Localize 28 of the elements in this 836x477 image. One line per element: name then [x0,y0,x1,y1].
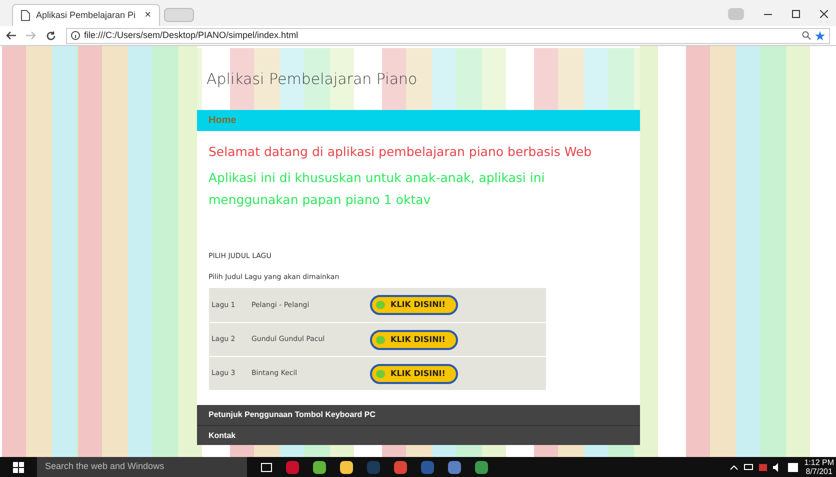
browser-tab[interactable]: Aplikasi Pembelajaran Pi × [12,4,160,26]
reload-icon[interactable] [46,30,56,40]
tray-caret-icon[interactable] [730,464,738,470]
tab-close-button[interactable]: × [144,7,151,24]
intro-text: Aplikasi ini di khususkan untuk anak-anak, aplikasi ini menggunakan papan piano 1 oktav [208,169,546,209]
play-button[interactable]: KLIK DISINI! [370,295,458,315]
footer-link[interactable]: Kontak [208,430,236,442]
close-icon[interactable] [820,10,828,18]
zoom-icon[interactable] [802,31,811,40]
task-view-icon[interactable] [261,462,272,472]
url-text: file:///C:/Users/sem/Desktop/PIANO/simpel/index.html [84,28,300,42]
tab-title: Aplikasi Pembelajaran Pi [36,8,137,22]
windows-start-icon[interactable] [13,462,24,472]
bookmark-star-icon[interactable] [815,30,825,40]
clock-date: 8/7/201 [806,467,832,476]
info-icon [71,31,80,40]
page-icon [21,10,30,21]
back-icon[interactable] [6,31,16,40]
search-field[interactable]: Search the web and Windows [37,457,247,477]
address-field[interactable]: file:///C:/Users/sem/Desktop/PIANO/simpel/index.html [66,28,830,44]
restore-icon[interactable] [792,10,800,18]
play-button[interactable]: KLIK DISINI! [370,330,458,350]
site-title: Aplikasi Pembelajaran Piano [206,68,418,90]
welcome-text: Selamat datang di aplikasi pembelajaran piano berbasis Web [208,143,593,161]
clock-time: 1:12 PM [804,458,834,467]
footer-link[interactable]: Petunjuk Penggunaan Tombol Keyboard PC [208,409,376,421]
battery-icon[interactable] [744,464,754,470]
play-button[interactable]: KLIK DISINI! [370,364,458,384]
